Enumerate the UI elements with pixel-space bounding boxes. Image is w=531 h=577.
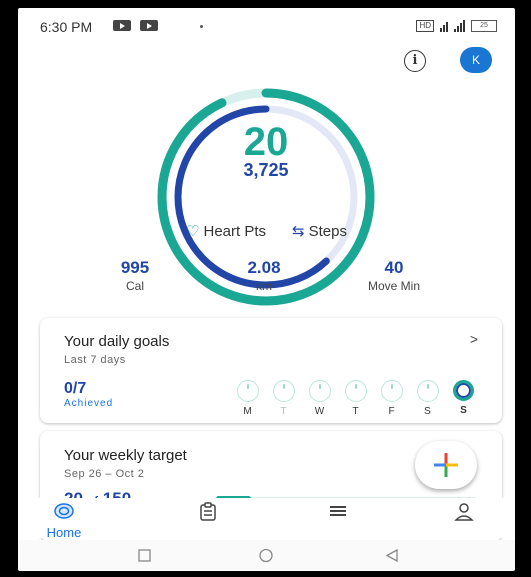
daily-goals-card[interactable]: Your daily goals Last 7 days > 0/7 Achie… [40, 318, 502, 423]
nav-profile[interactable] [434, 502, 494, 527]
steps-legend: ⇆ Steps [292, 222, 347, 240]
nav-home[interactable]: Home [34, 502, 94, 540]
ring-legend: ♡ Heart Pts ⇆ Steps [18, 222, 515, 240]
status-bar: 6:30 PM HD 25 [18, 8, 515, 38]
heart-points-label: Heart Pts [203, 223, 267, 240]
home-system-icon [259, 548, 273, 563]
status-time: 6:30 PM [40, 19, 93, 35]
day-friday: F [379, 380, 404, 417]
youtube-notification-icon [113, 20, 131, 31]
add-activity-button[interactable] [415, 441, 477, 489]
nav-journal[interactable] [178, 502, 238, 527]
calories-stat: 995 Cal [75, 258, 195, 293]
heart-points-value: 20 [243, 120, 289, 164]
daily-goals-title: Your daily goals [64, 333, 170, 350]
day-progress-icon [416, 380, 439, 402]
back-icon [385, 548, 398, 563]
achieved-count: 0/7 [64, 380, 87, 397]
day-progress-icon [344, 380, 367, 402]
more-notifications-icon [200, 25, 203, 28]
day-monday: M [235, 380, 260, 417]
distance-value: 2.08 [247, 258, 281, 277]
signal-4g-icon [454, 20, 465, 32]
home-rings-icon [54, 503, 74, 519]
achieved-label: Achieved [64, 398, 114, 409]
system-navigation-bar [18, 540, 515, 570]
calories-value: 995 [120, 258, 150, 277]
system-nav-icons [138, 548, 398, 563]
recent-apps-icon [138, 549, 151, 562]
avatar[interactable]: K [460, 47, 492, 73]
list-icon [330, 506, 346, 516]
day-tuesday: T [271, 380, 296, 417]
day-thursday: T [343, 380, 368, 417]
steps-value: 3,725 [243, 160, 289, 180]
signal-icon [440, 20, 448, 32]
steps-label: Steps [308, 223, 347, 240]
battery-icon: 25 [471, 20, 497, 32]
weekly-target-title: Your weekly target [64, 447, 187, 464]
plus-icon [434, 453, 458, 477]
distance-stat: 2.08 km [204, 258, 324, 293]
day-progress-icon [236, 380, 259, 402]
hd-network-icon: HD [416, 20, 434, 32]
day-progress-icon [272, 380, 295, 402]
chevron-right-icon[interactable]: > [470, 331, 478, 347]
nav-browse[interactable] [308, 502, 368, 525]
day-wednesday: W [307, 380, 332, 417]
move-min-label: Move Min [367, 279, 420, 293]
shoe-icon: ⇆ [292, 223, 305, 240]
day-progress-icon [308, 380, 331, 402]
heart-points-legend: ♡ Heart Pts [186, 222, 266, 240]
daily-goals-subtitle: Last 7 days [64, 354, 126, 366]
move-min-value: 40 [384, 258, 404, 277]
heart-icon: ♡ [186, 223, 200, 240]
day-progress-icon [453, 380, 474, 401]
youtube-notification-icon [140, 20, 158, 31]
day-sunday: S [451, 380, 476, 417]
person-icon [454, 503, 474, 521]
nav-home-label: Home [46, 525, 82, 540]
bottom-navigation: Home [18, 498, 515, 540]
info-icon[interactable]: i [404, 50, 426, 72]
app-screen: 6:30 PM HD 25 i K 20 3,725 ♡ Heart Pts ⇆ S… [18, 8, 515, 571]
day-saturday: S [415, 380, 440, 417]
weekly-target-dates: Sep 26 – Oct 2 [64, 468, 145, 480]
week-days: M T W T F S S [235, 380, 476, 417]
move-min-stat: 40 Move Min [334, 258, 454, 293]
clipboard-icon [200, 502, 216, 521]
calories-label: Cal [125, 279, 144, 293]
distance-label: km [256, 279, 272, 293]
day-progress-icon [380, 380, 403, 402]
